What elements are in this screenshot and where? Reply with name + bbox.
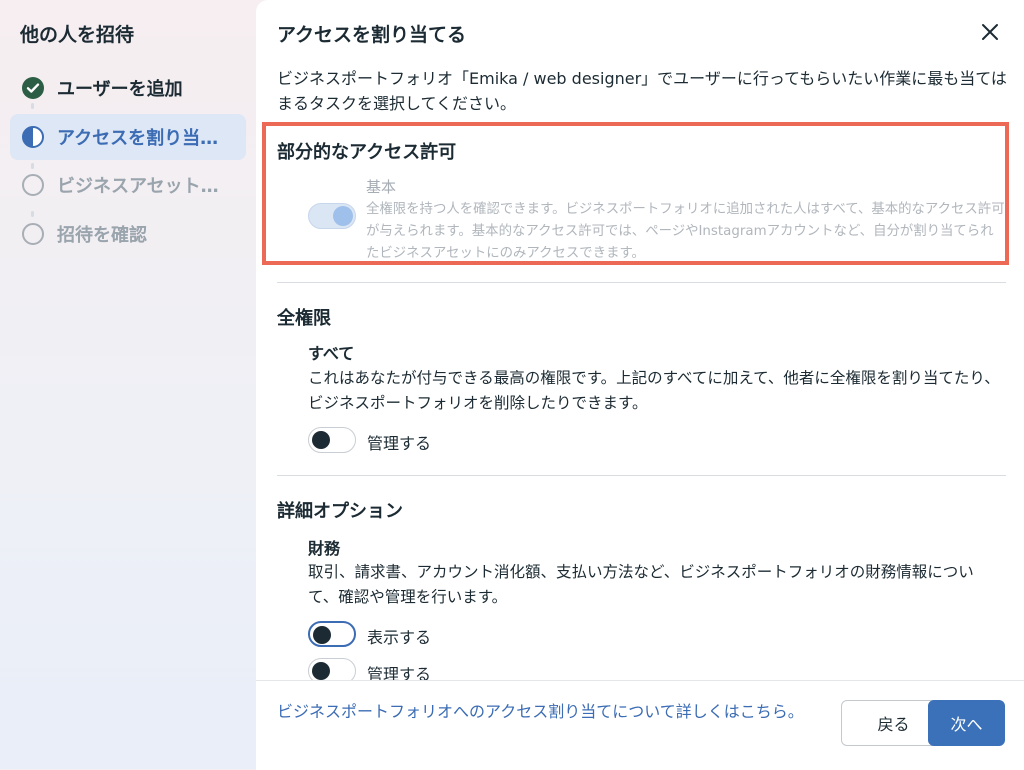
toggle-knob — [312, 662, 330, 680]
detail-options-title: 詳細オプション — [277, 501, 403, 522]
step-confirm-invite[interactable]: 招待を確認 — [10, 211, 246, 257]
all-option-title: すべて — [308, 344, 355, 363]
next-button[interactable]: 次へ — [928, 700, 1005, 746]
step-business-assets[interactable]: ビジネスアセットを選択 — [10, 162, 246, 208]
toggle-knob — [312, 431, 330, 449]
check-circle-icon — [21, 76, 45, 100]
basic-toggle[interactable] — [308, 203, 356, 229]
assign-access-dialog: アクセスを割り当てる ビジネスポートフォリオ「Emika / web desig… — [256, 0, 1024, 770]
close-button[interactable] — [978, 20, 1002, 44]
step-label: 招待を確認 — [57, 225, 147, 246]
divider — [277, 475, 1006, 476]
basic-option-title: 基本 — [366, 178, 397, 196]
dialog-footer: ビジネスポートフォリオへのアクセス割り当てについて詳しくはこちら。 戻る 次へ — [256, 680, 1024, 770]
step-connector — [31, 103, 34, 109]
step-label: ビジネスアセットを選択 — [57, 176, 235, 197]
help-link[interactable]: ビジネスポートフォリオへのアクセス割り当てについて詳しくはこちら。 — [277, 699, 832, 724]
step-label: ユーザーを追加 — [57, 79, 183, 100]
basic-option-desc: 全権限を持つ人を確認できます。ビジネスポートフォリオに追加された人はすべて、基本… — [366, 202, 1005, 261]
empty-circle-icon — [21, 173, 45, 197]
empty-circle-icon — [21, 222, 45, 246]
step-add-user[interactable]: ユーザーを追加 — [10, 65, 246, 111]
half-circle-icon — [21, 125, 45, 149]
sidebar-title: 他の人を招待 — [20, 24, 135, 46]
finance-view-label: 表示する — [367, 628, 432, 647]
full-access-title: 全権限 — [277, 308, 331, 329]
step-assign-access[interactable]: アクセスを割り当てる — [10, 114, 246, 160]
full-manage-toggle[interactable] — [308, 427, 356, 453]
finance-option-desc: 取引、請求書、アカウント消化額、支払い方法など、ビジネスポートフォリオの財務情報… — [308, 563, 974, 606]
toggle-knob — [313, 626, 331, 644]
finance-view-toggle[interactable] — [308, 621, 356, 647]
toggle-knob — [333, 206, 353, 226]
partial-access-title: 部分的なアクセス許可 — [277, 142, 457, 163]
dialog-intro: ビジネスポートフォリオ「Emika / web designer」でユーザーに行… — [277, 69, 1007, 113]
divider — [277, 282, 1006, 283]
finance-option-title: 財務 — [308, 539, 341, 558]
all-option-desc: これはあなたが付与できる最高の権限です。上記のすべてに加えて、他者に全権限を割り… — [308, 369, 1000, 412]
wizard-sidebar: 他の人を招待 ユーザーを追加 アクセスを割り当てる ビジネスアセットを選択 招待… — [0, 0, 256, 769]
dialog-title: アクセスを割り当てる — [277, 24, 467, 46]
full-manage-label: 管理する — [367, 434, 432, 453]
step-label: アクセスを割り当てる — [57, 128, 235, 149]
close-icon — [982, 24, 998, 40]
